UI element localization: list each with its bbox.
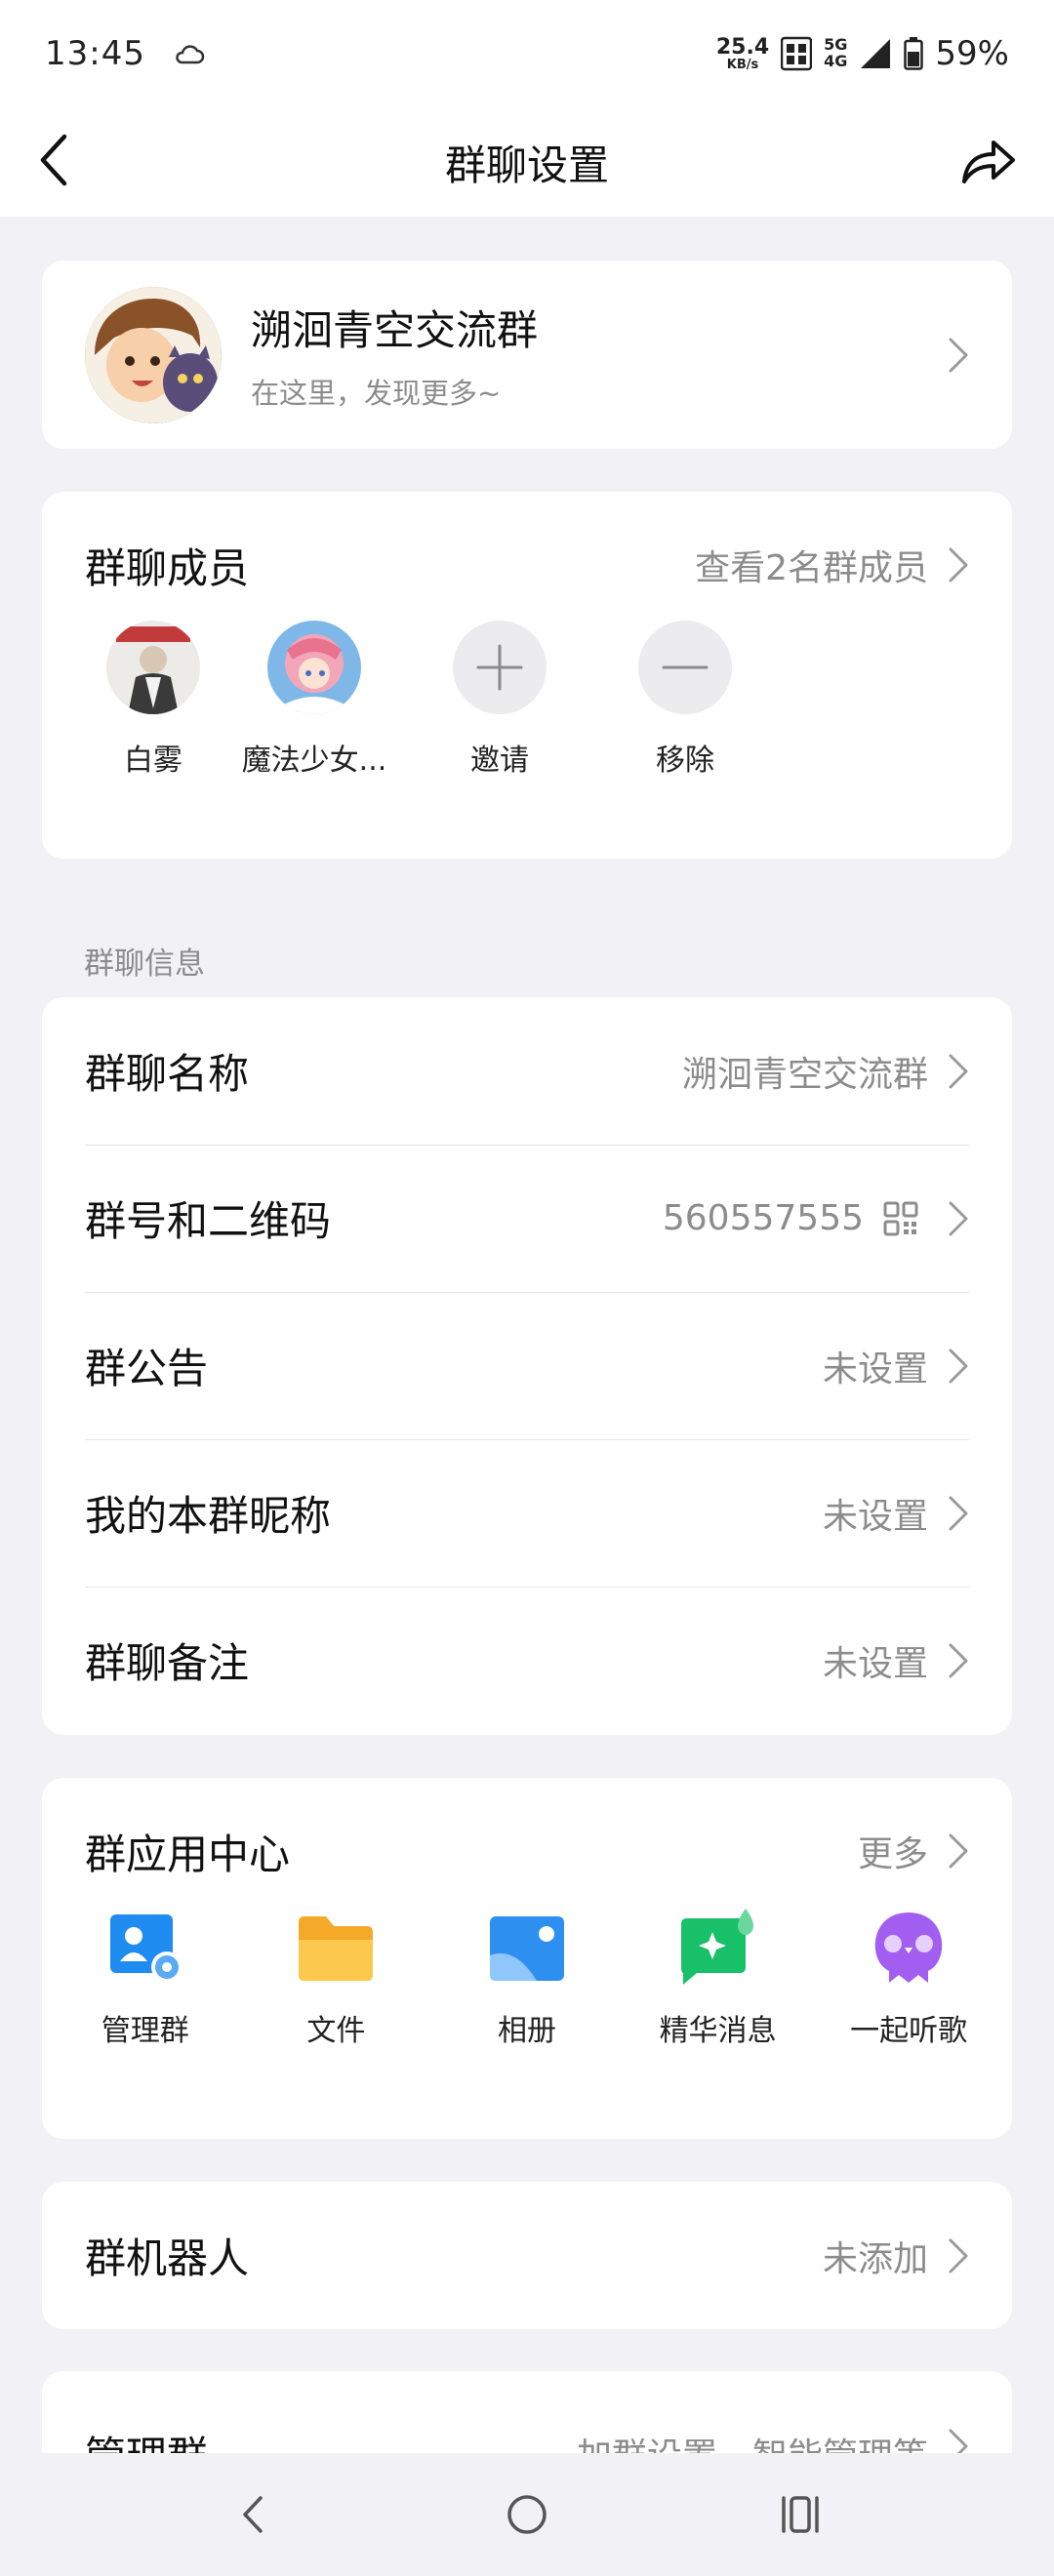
- status-bar: 13:45 25.4 KB/s 5G 4G 59%: [0, 0, 1054, 107]
- photo-album-icon: [489, 1916, 564, 1981]
- row-title: 群号和二维码: [85, 1197, 332, 1245]
- avatar: [106, 621, 200, 714]
- chevron-right-icon: [949, 547, 968, 583]
- system-navigation-bar: [0, 2453, 1054, 2576]
- group-name: 溯洄青空交流群: [251, 306, 539, 354]
- chevron-right-icon: [949, 1833, 968, 1869]
- signal-icon: [861, 39, 891, 68]
- battery-icon: [904, 37, 924, 70]
- app-album[interactable]: 相册: [431, 1907, 623, 2049]
- avatar: [267, 621, 361, 714]
- chevron-right-icon: [949, 1201, 968, 1235]
- app-label: 管理群: [101, 2014, 189, 2048]
- qr-code-icon: [883, 1201, 918, 1235]
- chevron-right-icon: [949, 1496, 968, 1530]
- back-arrow-icon[interactable]: [35, 131, 74, 189]
- system-recents-icon[interactable]: [776, 2490, 825, 2539]
- group-avatar: [85, 286, 222, 423]
- group-apps-card: 群应用中心 更多 管理群 文件 相册 精华消息 一起听歌: [42, 1778, 1012, 2139]
- app-listen-together[interactable]: 一起听歌: [813, 1907, 1004, 2049]
- section-label-info: 群聊信息: [84, 946, 205, 982]
- group-number: 560557555: [662, 1198, 864, 1238]
- apps-header[interactable]: 群应用中心 更多: [42, 1778, 1012, 1924]
- members-card: 群聊成员 查看2名群成员 白雾 魔法少女... 邀请 移除: [42, 492, 1012, 859]
- group-name-row[interactable]: 群聊名称 溯洄青空交流群: [42, 997, 1012, 1145]
- nav-bar: 群聊设置: [0, 107, 1054, 217]
- status-time: 13:45: [45, 34, 145, 73]
- row-value: 溯洄青空交流群: [681, 1054, 928, 1095]
- chevron-right-icon: [949, 1643, 968, 1677]
- plus-icon: [476, 644, 523, 691]
- net-speed: 25.4 KB/s: [715, 34, 770, 72]
- chevron-right-icon: [949, 1348, 968, 1383]
- share-icon[interactable]: [958, 131, 1019, 189]
- row-title: 群机器人: [85, 2234, 250, 2282]
- app-label: 一起听歌: [850, 2014, 968, 2048]
- members-title: 群聊成员: [85, 543, 250, 592]
- manage-group-icon: [109, 1914, 182, 1983]
- invite-label: 邀请: [470, 744, 529, 778]
- member-item[interactable]: 白雾: [85, 621, 222, 779]
- apps-list: 管理群 文件 相册 精华消息 一起听歌: [42, 1907, 1012, 2049]
- chevron-right-icon: [949, 338, 968, 372]
- app-label: 相册: [497, 2014, 556, 2048]
- group-number-row[interactable]: 群号和二维码 560557555: [42, 1145, 1012, 1292]
- app-manage-group[interactable]: 管理群: [50, 1907, 241, 2049]
- row-title: 我的本群昵称: [85, 1492, 332, 1540]
- app-label: 文件: [306, 2014, 366, 2048]
- app-label: 精华消息: [659, 2014, 777, 2048]
- app-files[interactable]: 文件: [241, 1907, 432, 2049]
- group-info-card: 群聊名称 溯洄青空交流群 群号和二维码 560557555 群公告 未设置 我的…: [42, 997, 1012, 1735]
- row-value: 未设置: [822, 1348, 928, 1389]
- row-value: 未设置: [822, 1643, 928, 1684]
- remove-circle: [638, 621, 732, 714]
- listen-together-icon: [874, 1912, 943, 1983]
- member-item[interactable]: 魔法少女...: [222, 621, 407, 779]
- remove-button[interactable]: 移除: [592, 621, 778, 779]
- system-home-icon[interactable]: [503, 2490, 551, 2539]
- members-header[interactable]: 群聊成员 查看2名群成员: [42, 492, 1012, 638]
- chevron-right-icon: [949, 1054, 968, 1088]
- apps-more: 更多: [857, 1834, 928, 1874]
- row-value: 未添加: [822, 2238, 928, 2279]
- system-back-icon[interactable]: [229, 2490, 278, 2539]
- row-title: 群公告: [85, 1345, 209, 1392]
- minus-icon: [662, 665, 709, 669]
- my-nickname-row[interactable]: 我的本群昵称 未设置: [42, 1439, 1012, 1587]
- network-type: 5G 4G: [824, 35, 848, 70]
- page-title: 群聊设置: [444, 141, 609, 189]
- invite-button[interactable]: 邀请: [407, 621, 592, 779]
- essence-message-icon: [680, 1909, 753, 1985]
- folder-icon: [299, 1916, 374, 1981]
- group-profile-card[interactable]: 溯洄青空交流群 在这里，发现更多~: [42, 261, 1012, 449]
- app-essence[interactable]: 精华消息: [623, 1907, 814, 2049]
- invite-circle: [453, 621, 547, 714]
- group-info: 溯洄青空交流群 在这里，发现更多~: [251, 298, 948, 412]
- remove-label: 移除: [656, 744, 714, 778]
- cloud-icon: [176, 45, 205, 64]
- battery-percent: 59%: [935, 34, 1009, 73]
- view-all-members: 查看2名群成员: [695, 548, 928, 588]
- apps-title: 群应用中心: [85, 1830, 291, 1878]
- group-robot-row[interactable]: 群机器人 未添加: [42, 2182, 1012, 2329]
- chevron-right-icon: [949, 2238, 968, 2273]
- member-name: 魔法少女...: [241, 744, 387, 778]
- hd-call-icon: [781, 36, 813, 71]
- row-title: 群聊名称: [85, 1050, 250, 1098]
- members-list: 白雾 魔法少女... 邀请 移除: [42, 621, 1012, 779]
- row-value: 未设置: [822, 1496, 928, 1537]
- announcement-row[interactable]: 群公告 未设置: [42, 1292, 1012, 1439]
- row-title: 群聊备注: [85, 1639, 250, 1687]
- member-name: 白雾: [124, 744, 182, 778]
- group-remark-row[interactable]: 群聊备注 未设置: [42, 1587, 1012, 1734]
- group-description: 在这里，发现更多~: [251, 377, 502, 410]
